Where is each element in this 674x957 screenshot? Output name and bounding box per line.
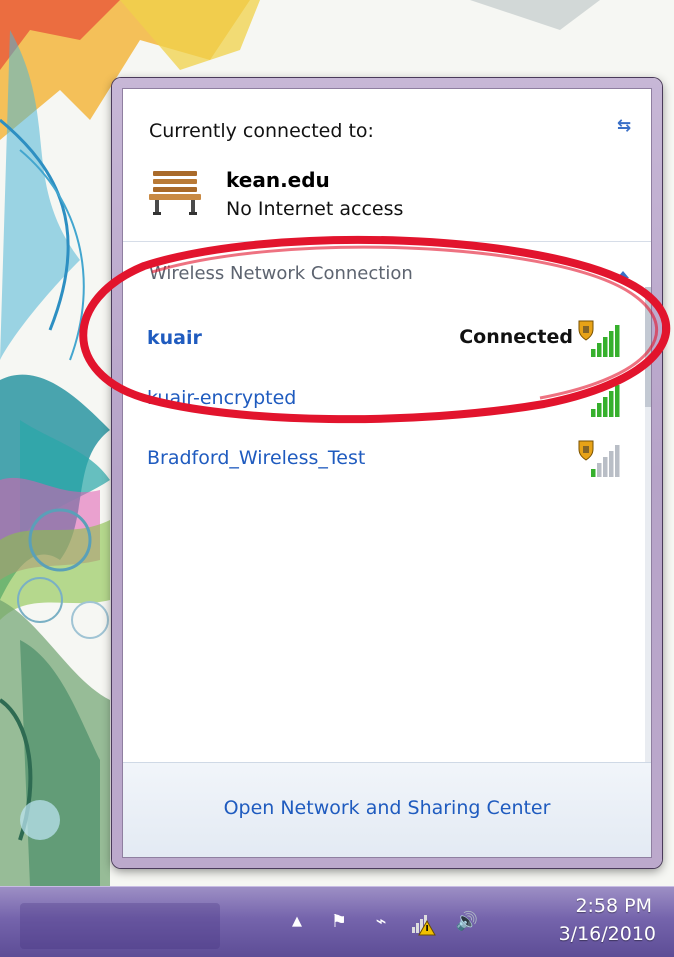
clock-date[interactable]: 3/16/2010 bbox=[559, 923, 656, 945]
network-name: Bradford_Wireless_Test bbox=[147, 447, 366, 469]
action-center-flag-icon[interactable]: ⚑ bbox=[326, 907, 352, 937]
signal-bar bbox=[597, 403, 602, 417]
wifi-signal-icon bbox=[591, 385, 620, 417]
taskbar-blurred-area bbox=[20, 903, 220, 949]
volume-icon[interactable]: 🔊 bbox=[454, 907, 480, 937]
wireless-section-header[interactable]: Wireless Network Connection bbox=[149, 263, 413, 284]
signal-bar bbox=[597, 343, 602, 357]
signal-bar bbox=[609, 391, 614, 417]
wifi-signal-secured-icon bbox=[578, 320, 620, 357]
signal-bar bbox=[591, 349, 596, 357]
signal-bar bbox=[591, 469, 596, 477]
network-flyout-panel: ⇆ Currently connected to: kean.edu No In… bbox=[122, 88, 652, 858]
network-item-bradford-wireless-test[interactable]: Bradford_Wireless_Test bbox=[123, 435, 629, 483]
signal-bar bbox=[603, 337, 608, 357]
signal-bar bbox=[615, 325, 620, 357]
network-item-kuair-encrypted[interactable]: kuair-encrypted bbox=[123, 375, 629, 423]
current-network-name: kean.edu bbox=[226, 168, 330, 192]
network-warning-icon[interactable] bbox=[410, 907, 436, 937]
signal-bar bbox=[615, 385, 620, 417]
network-connected-status: Connected bbox=[459, 326, 573, 348]
network-name: kuair bbox=[147, 327, 202, 349]
signal-bar bbox=[615, 445, 620, 477]
currently-connected-header: Currently connected to: bbox=[149, 120, 374, 142]
signal-bars bbox=[591, 385, 620, 417]
signal-bar bbox=[591, 409, 596, 417]
signal-bar bbox=[603, 397, 608, 417]
power-plug-icon[interactable]: ⌁ bbox=[368, 907, 394, 937]
scrollbar-thumb[interactable] bbox=[645, 287, 651, 407]
signal-bar bbox=[609, 451, 614, 477]
network-flyout: ⇆ Currently connected to: kean.edu No In… bbox=[112, 78, 662, 868]
signal-bar bbox=[597, 463, 602, 477]
open-network-sharing-center-link[interactable]: Open Network and Sharing Center bbox=[123, 797, 651, 819]
divider bbox=[123, 241, 651, 242]
signal-bars bbox=[591, 325, 620, 357]
clock-time[interactable]: 2:58 PM bbox=[575, 895, 652, 917]
wifi-signal-secured-icon bbox=[578, 440, 620, 477]
current-network-status: No Internet access bbox=[226, 198, 404, 220]
chevron-up-icon[interactable] bbox=[617, 271, 629, 278]
signal-bars bbox=[591, 445, 620, 477]
network-name: kuair-encrypted bbox=[147, 387, 297, 409]
signal-bar bbox=[603, 457, 608, 477]
taskbar: ▲ ⚑ ⌁ 🔊 2:58 PM 3/16/2010 bbox=[0, 886, 674, 957]
park-bench-icon bbox=[149, 171, 201, 215]
network-item-kuair[interactable]: kuair Connected bbox=[123, 315, 629, 363]
signal-bar bbox=[609, 331, 614, 357]
refresh-icon[interactable]: ⇆ bbox=[609, 115, 639, 137]
show-hidden-icons-arrow-icon[interactable]: ▲ bbox=[284, 907, 310, 937]
flyout-footer: Open Network and Sharing Center bbox=[123, 762, 651, 857]
